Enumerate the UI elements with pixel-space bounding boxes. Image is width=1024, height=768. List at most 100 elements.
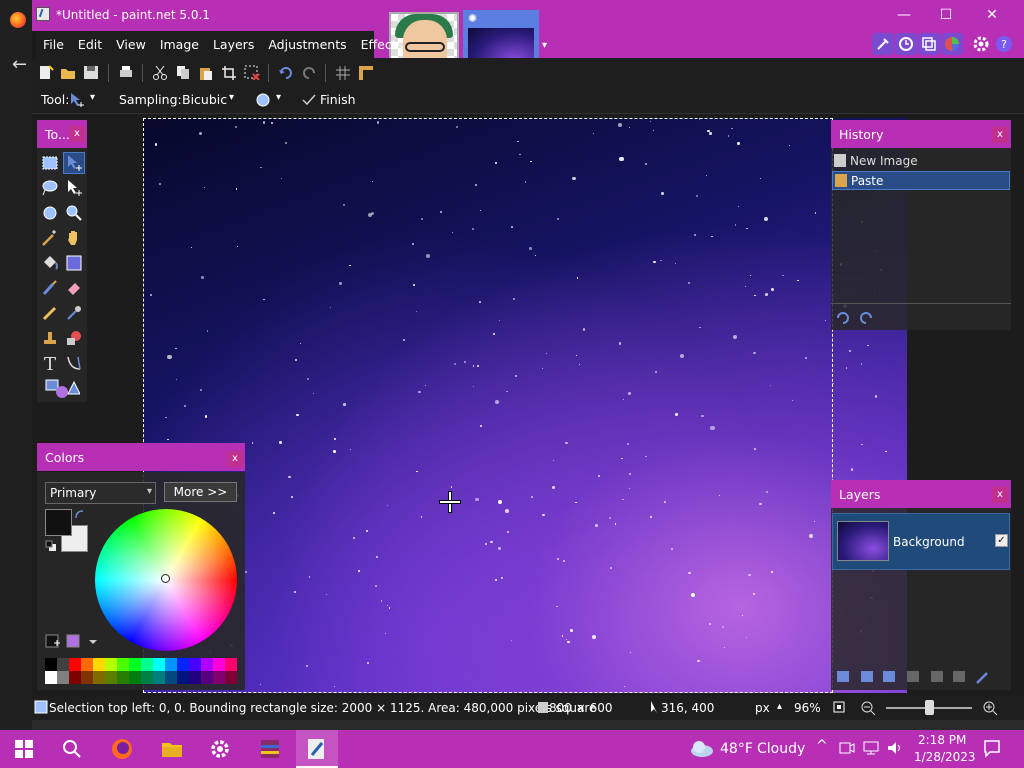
swap-colors-icon[interactable] <box>75 510 85 520</box>
magic-wand-tool-icon[interactable] <box>40 228 60 248</box>
palette-swatch[interactable] <box>225 658 237 671</box>
palette-swatch[interactable] <box>201 658 213 671</box>
file-explorer-icon[interactable] <box>160 737 184 761</box>
menu-edit[interactable]: Edit <box>71 37 109 52</box>
layer-visibility-checkbox[interactable]: ✓ <box>995 534 1008 547</box>
pan-tool-icon[interactable] <box>64 228 84 248</box>
pencil-tool-icon[interactable] <box>40 303 60 323</box>
network-icon[interactable] <box>862 740 880 756</box>
palette-swatch[interactable] <box>69 671 81 684</box>
tool-dropdown-icon[interactable]: ▾ <box>90 92 95 103</box>
color-palette[interactable] <box>45 658 237 684</box>
menu-adjustments[interactable]: Adjustments <box>261 37 353 52</box>
move-selected-pixels-tool-icon[interactable] <box>63 152 85 174</box>
palette-swatch[interactable] <box>81 671 93 684</box>
palette-swatch[interactable] <box>105 658 117 671</box>
copy-icon[interactable] <box>175 65 191 80</box>
minimize-button[interactable]: — <box>894 6 914 24</box>
save-icon[interactable] <box>83 65 99 80</box>
antialiasing-dropdown-icon[interactable]: ▾ <box>276 92 281 103</box>
sampling-select[interactable]: Bicubic <box>182 92 227 107</box>
tools-panel-close-button[interactable]: x <box>69 126 85 142</box>
palette-swatch[interactable] <box>57 671 69 684</box>
meet-now-icon[interactable] <box>838 740 856 756</box>
deselect-icon[interactable] <box>244 65 260 80</box>
sampling-dropdown-icon[interactable]: ▾ <box>229 92 234 103</box>
zoom-tool-icon[interactable] <box>64 203 84 223</box>
palette-swatch[interactable] <box>141 671 153 684</box>
settings-taskbar-icon[interactable] <box>208 737 232 761</box>
palette-swatch[interactable] <box>81 658 93 671</box>
palette-swatch[interactable] <box>129 671 141 684</box>
palette-swatch[interactable] <box>69 658 81 671</box>
image-canvas[interactable] <box>143 118 907 693</box>
finish-button[interactable]: Finish <box>320 92 356 107</box>
color-picker-tool-icon[interactable] <box>64 303 84 323</box>
firefox-taskbar-icon[interactable] <box>110 737 134 761</box>
history-panel-header[interactable]: History <box>831 120 1011 148</box>
color-wheel-selector[interactable] <box>161 574 170 583</box>
palette-swatch[interactable] <box>189 671 201 684</box>
layer-row-background[interactable]: Background ✓ <box>832 513 1010 570</box>
weather-temp[interactable]: 48°F <box>720 741 753 757</box>
palette-swatch[interactable] <box>189 658 201 671</box>
colors-panel-close-button[interactable]: x <box>227 451 243 467</box>
more-colors-button[interactable]: More >> <box>164 482 237 502</box>
clone-stamp-tool-icon[interactable] <box>40 328 60 348</box>
history-panel-close-button[interactable]: x <box>992 127 1008 143</box>
menu-view[interactable]: View <box>109 37 153 52</box>
palette-swatch[interactable] <box>165 671 177 684</box>
grid-icon[interactable] <box>335 65 351 80</box>
volume-icon[interactable] <box>886 740 904 756</box>
primary-color-swatch[interactable] <box>45 509 72 536</box>
history-undo-icon[interactable] <box>835 310 851 326</box>
history-toggle-icon[interactable] <box>895 33 917 55</box>
eraser-tool-icon[interactable] <box>64 278 84 298</box>
zoom-slider-thumb[interactable] <box>925 700 934 715</box>
palette-swatch[interactable] <box>93 658 105 671</box>
layers-panel-close-button[interactable]: x <box>992 487 1008 503</box>
palette-swatch[interactable] <box>213 658 225 671</box>
palette-swatch[interactable] <box>129 658 141 671</box>
palette-swatch[interactable] <box>165 658 177 671</box>
layers-panel-header[interactable]: Layers <box>831 480 1011 508</box>
palette-swatch[interactable] <box>201 671 213 684</box>
antialiasing-icon[interactable] <box>255 92 271 107</box>
cut-icon[interactable] <box>152 65 168 80</box>
rectangle-select-tool-icon[interactable] <box>40 153 60 173</box>
units-dropdown-icon[interactable]: ▴ <box>777 701 782 712</box>
units-select[interactable]: px <box>755 701 770 715</box>
menu-image[interactable]: Image <box>153 37 206 52</box>
cloudy-weather-icon[interactable] <box>688 738 714 758</box>
palette-swatch[interactable] <box>153 671 165 684</box>
close-button[interactable]: ✕ <box>982 6 1002 24</box>
shapes-tool-icon[interactable] <box>44 378 80 400</box>
zoom-to-window-icon[interactable] <box>832 700 846 714</box>
clock-time[interactable]: 2:18 PM <box>918 733 966 747</box>
winrar-icon[interactable] <box>258 737 282 761</box>
palette-swatch[interactable] <box>57 658 69 671</box>
search-icon[interactable] <box>60 737 84 761</box>
undo-icon[interactable] <box>278 65 294 80</box>
gradient-tool-icon[interactable] <box>64 253 84 273</box>
settings-gear-icon[interactable] <box>970 33 992 55</box>
colors-toggle-icon[interactable] <box>941 33 963 55</box>
colors-panel-header[interactable]: Colors <box>37 443 245 471</box>
layers-toggle-icon[interactable] <box>918 33 940 55</box>
paste-icon[interactable] <box>198 65 214 80</box>
menu-file[interactable]: File <box>36 37 71 52</box>
history-item-paste[interactable]: Paste <box>832 171 1010 190</box>
recolor-tool-icon[interactable] <box>64 328 84 348</box>
palette-swatch[interactable] <box>141 658 153 671</box>
weather-text[interactable]: Cloudy <box>757 741 805 757</box>
help-icon[interactable]: ? <box>993 33 1015 55</box>
horizontal-scrollbar[interactable] <box>32 720 1024 730</box>
text-tool-icon[interactable]: T <box>40 353 60 373</box>
zoom-level[interactable]: 96% <box>794 701 821 715</box>
history-item-new-image[interactable]: New Image <box>832 152 1010 171</box>
reset-colors-icon[interactable] <box>45 540 57 552</box>
rulers-icon[interactable] <box>358 65 374 80</box>
palette-swatch[interactable] <box>177 671 189 684</box>
palette-swatch[interactable] <box>153 658 165 671</box>
history-redo-icon[interactable] <box>858 310 874 326</box>
